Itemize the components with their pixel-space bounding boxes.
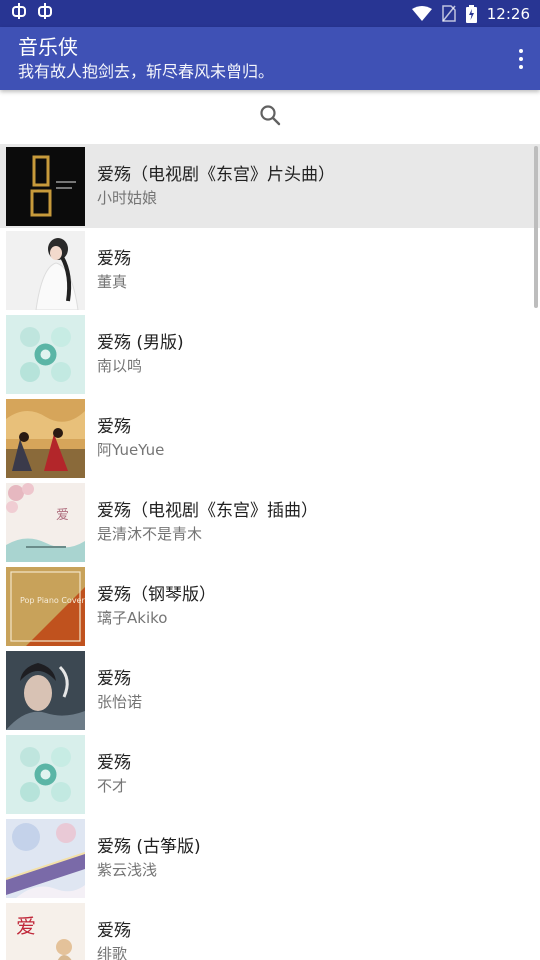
song-artist: 董真 [97,273,128,291]
song-title: 爱殇 (男版) [97,333,184,353]
song-artist: 璃子Akiko [97,609,168,627]
album-cover [6,230,85,310]
svg-text:爱: 爱 [16,914,36,938]
song-title: 爱殇 [97,921,131,941]
song-artist: 是清沐不是青木 [97,525,203,543]
svg-text:爱: 爱 [56,508,69,523]
song-list[interactable]: 爱殇（电视剧《东宫》片头曲） 小时姑娘 爱殇 董真 爱殇 (男版) 南以鸣 爱殇… [0,144,540,960]
overflow-dot [519,57,523,61]
song-item[interactable]: 爱殇 张怡诺 [0,648,540,732]
song-artist: 不才 [97,777,128,795]
song-title: 爱殇 (古筝版) [97,837,201,857]
song-item[interactable]: 爱殇（电视剧《东宫》片头曲） 小时姑娘 [0,144,540,228]
wifi-icon [411,5,432,22]
overflow-dot [519,65,523,69]
song-artist: 张怡诺 [97,693,143,711]
song-artist: 南以鸣 [97,357,143,375]
song-artist: 紫云浅浅 [97,861,158,879]
song-title: 爱殇 [97,753,131,773]
song-title: 爱殇（电视剧《东宫》片头曲） [97,165,335,185]
bug-icon [36,2,54,25]
status-bar: 12:26 [0,0,540,27]
app-title: 音乐侠 [18,35,78,59]
song-artist: 小时姑娘 [97,189,158,207]
song-item[interactable]: 爱 爱殇 绯歌 [0,900,540,960]
album-cover: 爱 [6,902,85,960]
album-cover: Pop Piano Cover [6,566,85,646]
status-left-icons [10,2,54,25]
search-icon[interactable] [259,104,281,130]
song-item[interactable]: 爱殇 董真 [0,228,540,312]
song-title: 爱殇（电视剧《东宫》插曲） [97,501,318,521]
overflow-menu-button[interactable] [516,49,526,69]
album-cover [6,650,85,730]
cover-text: Pop Piano Cover [20,596,85,605]
song-artist: 绯歌 [97,945,128,960]
bug-icon [10,2,28,25]
overflow-dot [519,49,523,53]
list-scrollbar[interactable] [534,146,538,308]
status-time: 12:26 [486,4,530,23]
album-cover [6,398,85,478]
song-title: 爱殇 [97,669,131,689]
album-cover [6,146,85,226]
song-item[interactable]: 爱殇 阿YueYue [0,396,540,480]
default-cover-icon [6,314,85,394]
song-item[interactable]: 爱殇 不才 [0,732,540,816]
app-bar: 音乐侠 我有故人抱剑去，斩尽春风未曾归。 [0,27,540,90]
song-item[interactable]: 爱 爱殇（电视剧《东宫》插曲） 是清沐不是青木 [0,480,540,564]
default-cover-icon [6,734,85,814]
song-title: 爱殇 [97,417,131,437]
song-item[interactable]: 爱殇 (古筝版) 紫云浅浅 [0,816,540,900]
search-row [0,90,540,144]
song-title: 爱殇（钢琴版） [97,585,216,605]
album-cover: 爱 [6,482,85,562]
album-cover [6,818,85,898]
app-subtitle: 我有故人抱剑去，斩尽春风未曾归。 [18,62,275,81]
song-title: 爱殇 [97,249,131,269]
no-sim-icon [442,5,456,22]
battery-icon [465,4,477,23]
song-item[interactable]: Pop Piano Cover 爱殇（钢琴版） 璃子Akiko [0,564,540,648]
song-item[interactable]: 爱殇 (男版) 南以鸣 [0,312,540,396]
song-artist: 阿YueYue [97,441,165,459]
status-right: 12:26 [411,4,530,23]
